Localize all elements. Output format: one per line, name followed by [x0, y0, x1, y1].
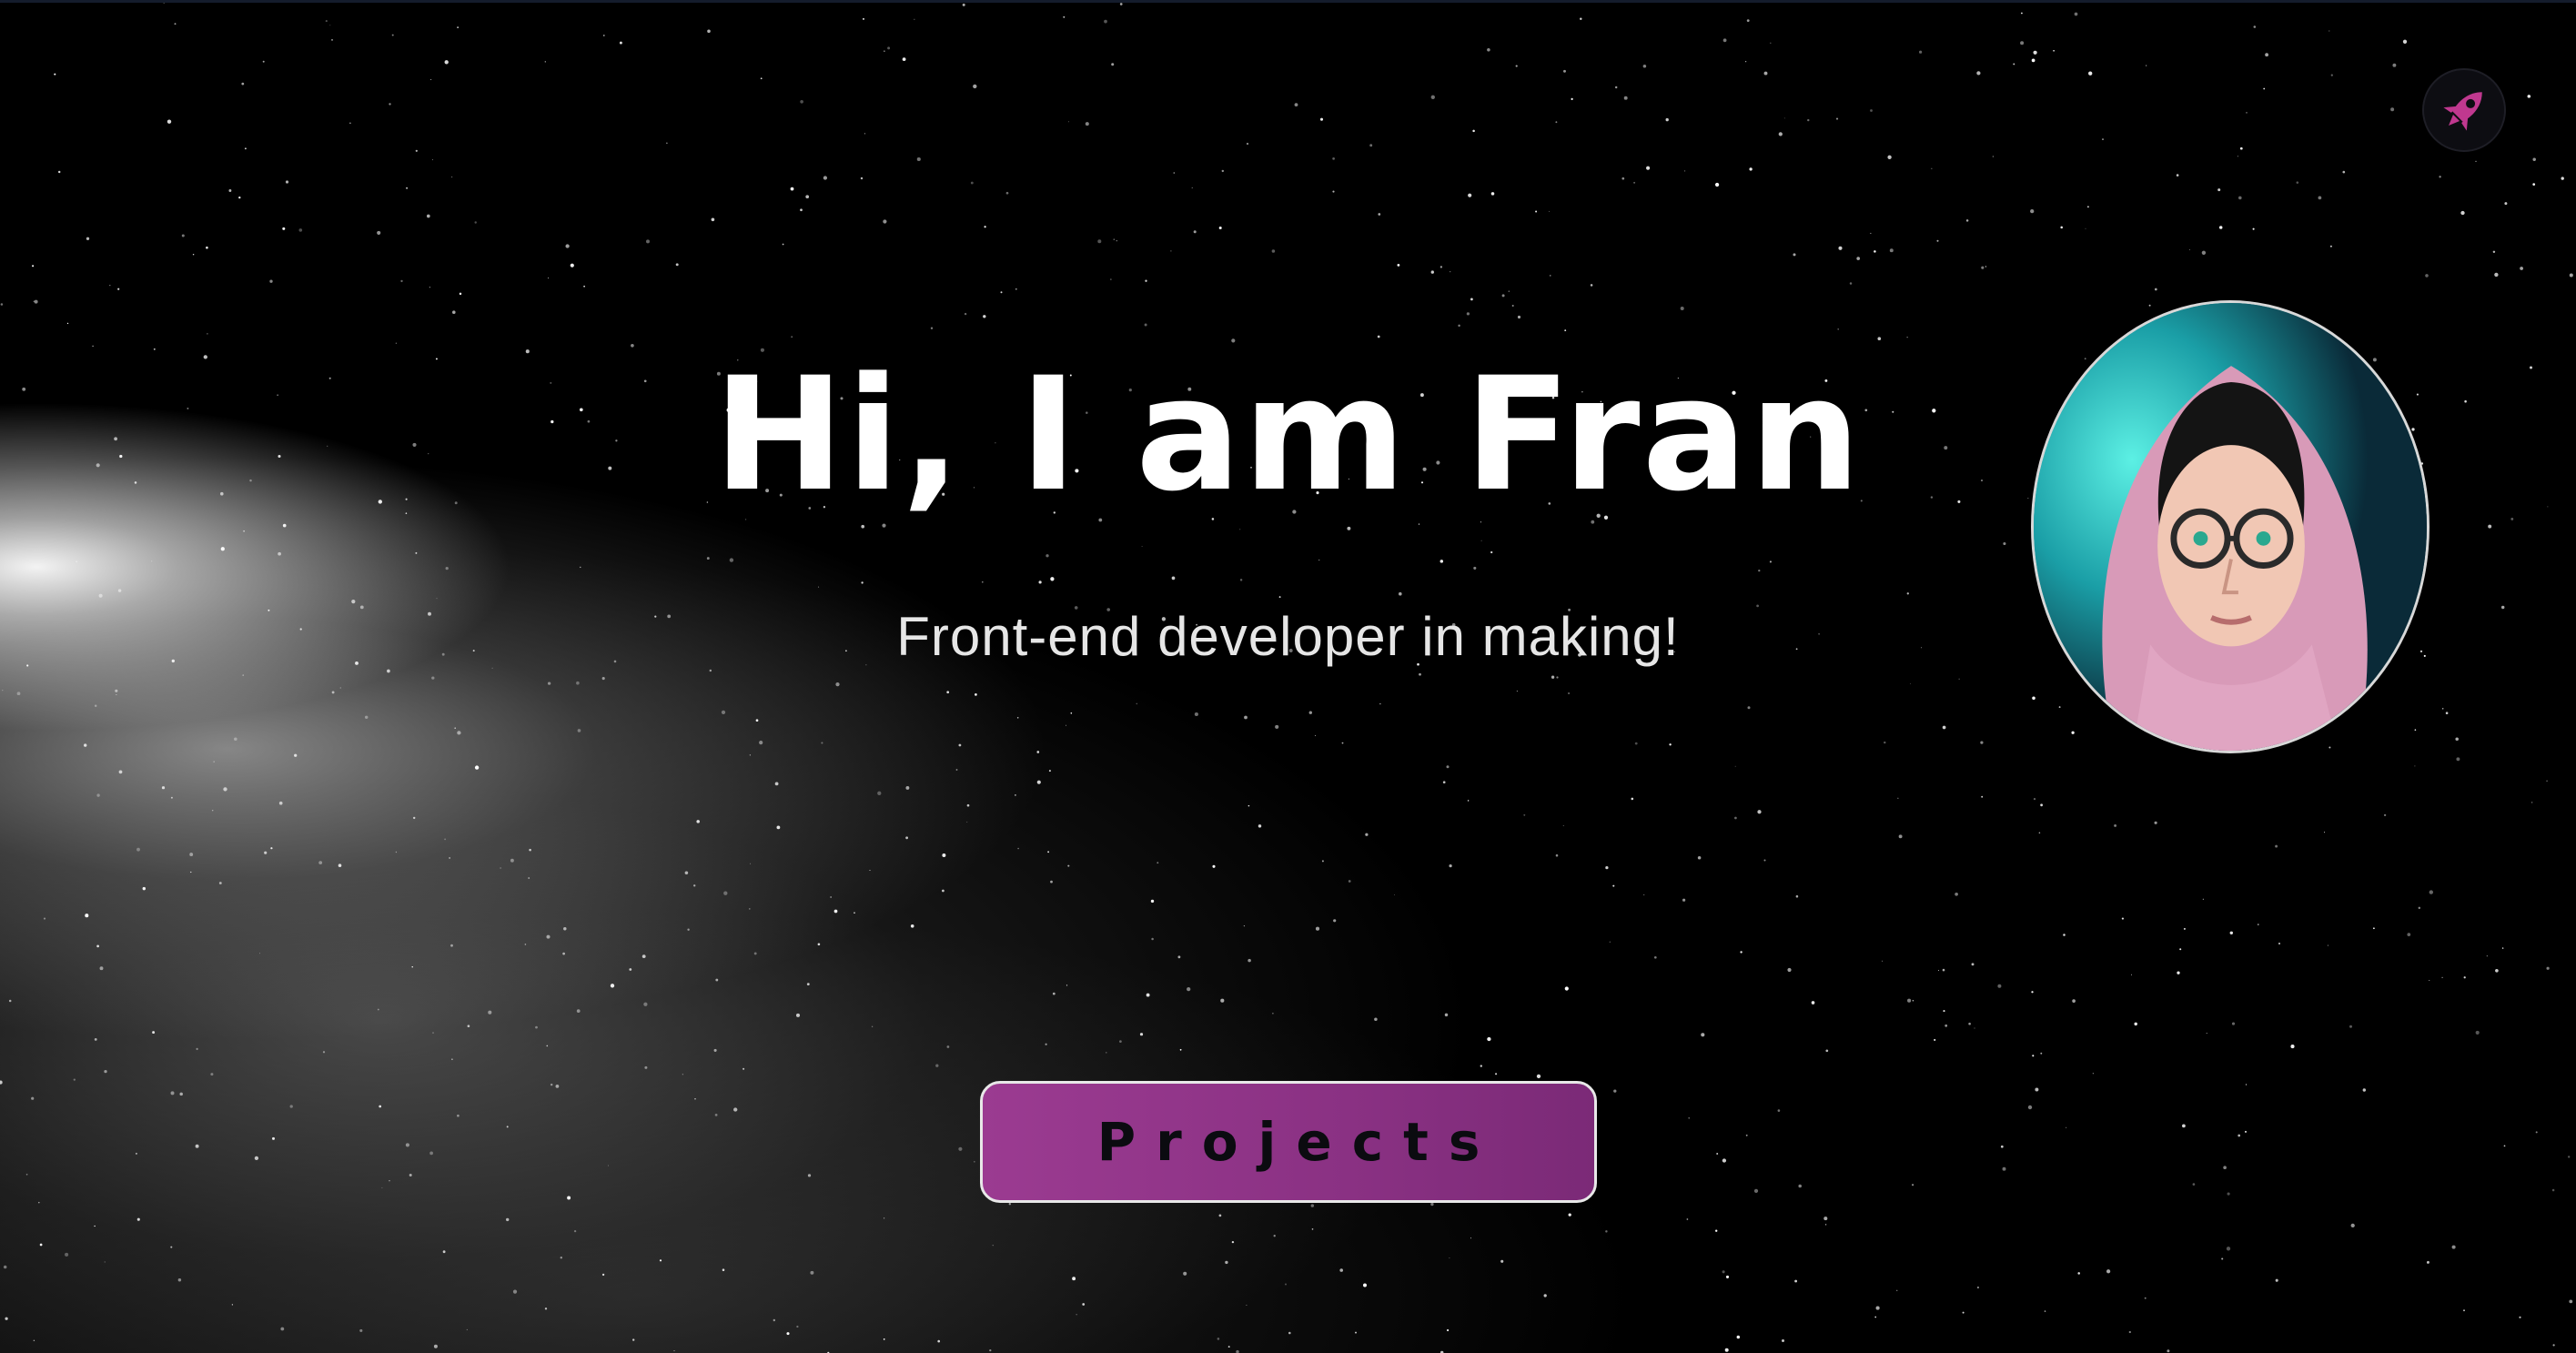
projects-button[interactable]: Projects: [980, 1081, 1597, 1203]
rocket-button[interactable]: [2422, 68, 2506, 152]
rocket-icon: [2443, 92, 2482, 131]
portrait-avatar: [2034, 303, 2427, 751]
page: Hi, I am Fran Front-end developer in mak…: [0, 0, 2576, 1353]
avatar: [2031, 300, 2430, 753]
